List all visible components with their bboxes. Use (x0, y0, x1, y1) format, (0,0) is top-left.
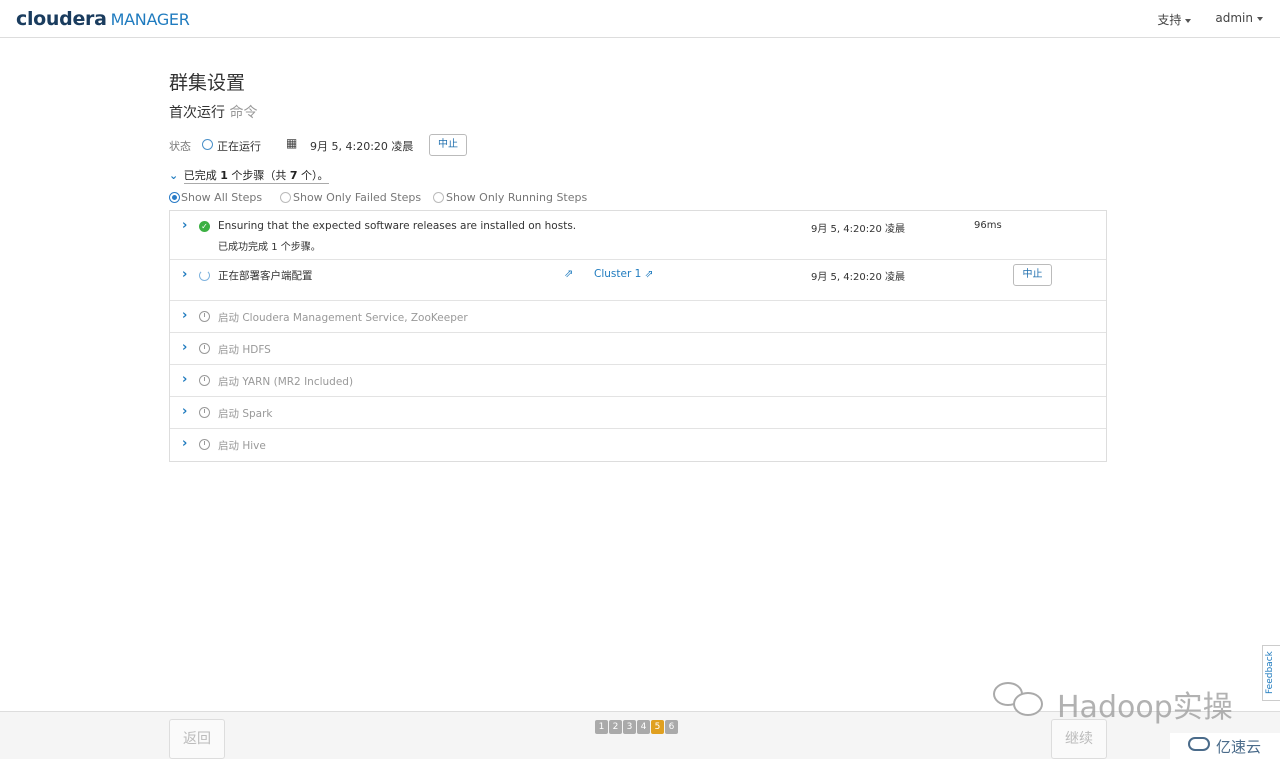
cluster-link[interactable]: Cluster 1 ⇗ (594, 268, 653, 280)
step-name: 启动 Hive (218, 440, 266, 452)
step-name: 启动 YARN (MR2 Included) (218, 376, 354, 388)
filter-failed-label[interactable]: Show Only Failed Steps (293, 191, 421, 204)
step-row: › 启动 Hive (170, 429, 1106, 461)
expand-chevron-icon[interactable]: › (182, 267, 187, 282)
filter-running-radio[interactable] (433, 192, 444, 203)
cloudera-manager-logo[interactable]: cloudera MANAGER (16, 8, 190, 30)
wizard-pager: 1 2 3 4 5 6 (595, 720, 678, 734)
step-row: › 启动 HDFS (170, 333, 1106, 365)
external-link-icon[interactable]: ⇗ (564, 267, 573, 280)
filter-all-label[interactable]: Show All Steps (181, 191, 262, 204)
cloud-icon (1188, 737, 1210, 751)
page-step[interactable]: 4 (637, 720, 650, 734)
chevron-down-icon: ⌄ (169, 169, 179, 182)
expand-chevron-icon[interactable]: › (182, 404, 187, 419)
pending-clock-icon (199, 343, 210, 354)
filter-all-radio[interactable] (169, 192, 180, 203)
chevron-down-icon (1257, 16, 1263, 21)
command-title: 首次运行 命令 (169, 105, 258, 121)
expand-chevron-icon[interactable]: › (182, 340, 187, 355)
step-row: › 启动 YARN (MR2 Included) (170, 365, 1106, 397)
external-link-icon: ⇗ (644, 268, 654, 280)
step-name: Ensuring that the expected software rele… (218, 220, 577, 232)
status-label: 状态 (169, 140, 191, 153)
step-filter-group: Show All Steps Show Only Failed Steps Sh… (169, 190, 669, 206)
yisu-watermark: 亿速云 (1170, 733, 1280, 759)
page-step-current[interactable]: 5 (651, 720, 664, 734)
step-row: › 启动 Cloudera Management Service, ZooKee… (170, 301, 1106, 333)
chevron-down-icon (1185, 18, 1192, 23)
running-spinner-icon (202, 139, 213, 150)
running-spinner-icon (199, 270, 210, 281)
step-name: 启动 Cloudera Management Service, ZooKeepe… (218, 312, 468, 324)
wechat-watermark: Hadoop实操 (993, 678, 1243, 725)
support-menu[interactable]: 支持 (1157, 11, 1192, 28)
status-timestamp: 9月 5, 4:20:20 凌晨 (310, 140, 414, 153)
filter-running-label[interactable]: Show Only Running Steps (446, 191, 587, 204)
filter-failed-radio[interactable] (280, 192, 291, 203)
page-step[interactable]: 3 (623, 720, 636, 734)
step-duration: 96ms (974, 220, 1002, 231)
back-button[interactable]: 返回 (169, 719, 225, 759)
top-navbar: cloudera MANAGER 支持 admin (0, 0, 1280, 38)
status-row: 状态 正在运行 ▦ 9月 5, 4:20:20 凌晨 中止 (169, 134, 769, 158)
step-name: 启动 HDFS (218, 344, 271, 356)
abort-step-button[interactable]: 中止 (1013, 264, 1052, 286)
pending-clock-icon (199, 439, 210, 450)
expand-chevron-icon[interactable]: › (182, 218, 187, 233)
expand-chevron-icon[interactable]: › (182, 436, 187, 451)
step-time: 9月 5, 4:20:20 凌晨 (811, 224, 905, 235)
status-value: 正在运行 (217, 140, 261, 153)
step-time: 9月 5, 4:20:20 凌晨 (811, 272, 905, 283)
step-name: 正在部署客户端配置 (218, 270, 313, 282)
page-title: 群集设置 (169, 72, 246, 94)
steps-summary-toggle[interactable]: ⌄ 已完成 1 个步骤（共 7 个）。 (169, 167, 329, 184)
pending-clock-icon (199, 311, 210, 322)
success-check-icon: ✓ (199, 221, 210, 232)
expand-chevron-icon[interactable]: › (182, 372, 187, 387)
pending-clock-icon (199, 375, 210, 386)
page-step[interactable]: 6 (665, 720, 678, 734)
step-name: 启动 Spark (218, 408, 273, 420)
step-detail: 已成功完成 1 个步骤。 (218, 242, 321, 253)
step-row: › ✓ Ensuring that the expected software … (170, 211, 1106, 260)
expand-chevron-icon[interactable]: › (182, 308, 187, 323)
user-menu[interactable]: admin (1215, 11, 1263, 28)
step-row: › 启动 Spark (170, 397, 1106, 429)
page-step[interactable]: 2 (609, 720, 622, 734)
calendar-icon: ▦ (286, 136, 298, 150)
page-step[interactable]: 1 (595, 720, 608, 734)
step-row: › 正在部署客户端配置 ⇗ Cluster 1 ⇗ 9月 5, 4:20:20 … (170, 260, 1106, 301)
pending-clock-icon (199, 407, 210, 418)
steps-table: › ✓ Ensuring that the expected software … (169, 210, 1107, 462)
abort-command-button[interactable]: 中止 (429, 134, 467, 156)
feedback-tab[interactable]: Feedback (1262, 645, 1280, 701)
